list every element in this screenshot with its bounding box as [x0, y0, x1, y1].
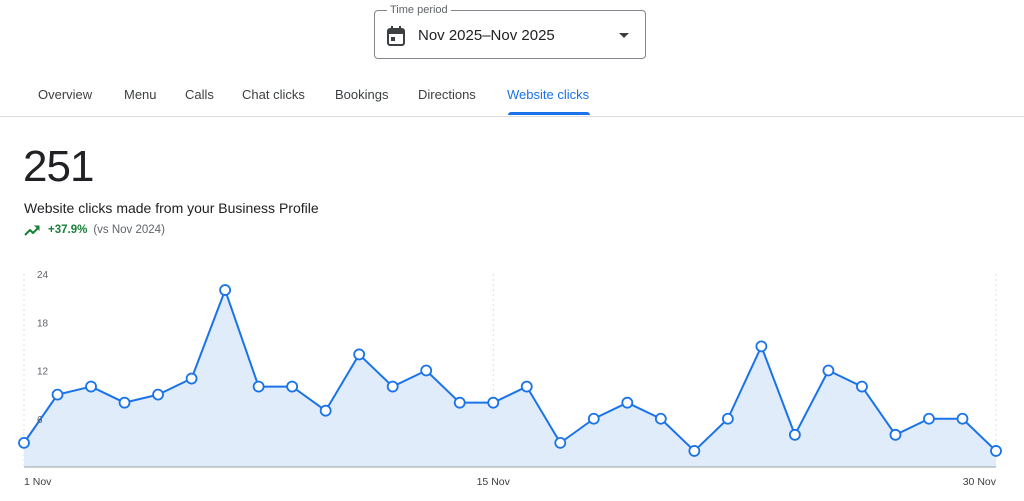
- y-tick-label: 12: [37, 367, 49, 378]
- y-tick-label: 6: [37, 415, 43, 426]
- data-point[interactable]: [487, 396, 500, 409]
- tab-calls[interactable]: Calls: [185, 87, 214, 103]
- data-point[interactable]: [889, 428, 902, 441]
- x-tick-label: 1 Nov: [24, 476, 52, 488]
- x-tick-label: 30 Nov: [963, 476, 997, 488]
- data-point[interactable]: [554, 436, 567, 449]
- data-point[interactable]: [990, 445, 1002, 457]
- series-area: [24, 290, 996, 467]
- data-point[interactable]: [420, 364, 433, 377]
- tab-overview[interactable]: Overview: [38, 87, 92, 103]
- tab-bookings[interactable]: Bookings: [335, 87, 388, 103]
- data-point[interactable]: [788, 428, 801, 441]
- data-point[interactable]: [185, 372, 198, 385]
- calendar-icon: [387, 26, 405, 46]
- tab-directions[interactable]: Directions: [418, 87, 476, 103]
- data-point[interactable]: [621, 396, 634, 409]
- metric-total: 251: [23, 142, 94, 191]
- data-point[interactable]: [688, 445, 701, 457]
- data-point[interactable]: [18, 436, 30, 449]
- data-point[interactable]: [755, 340, 768, 353]
- data-point[interactable]: [152, 388, 164, 401]
- data-point[interactable]: [252, 380, 265, 393]
- data-point[interactable]: [453, 396, 466, 409]
- data-point[interactable]: [51, 388, 64, 401]
- data-point[interactable]: [520, 380, 533, 393]
- trend-change: +37.9%: [48, 224, 88, 236]
- data-point[interactable]: [386, 380, 399, 393]
- data-point[interactable]: [822, 364, 835, 377]
- data-point[interactable]: [856, 380, 868, 393]
- data-point[interactable]: [721, 412, 734, 425]
- time-period-select[interactable]: Time period Nov 2025–Nov 2025: [374, 3, 646, 59]
- data-point[interactable]: [118, 396, 131, 409]
- tab-chat-clicks[interactable]: Chat clicks: [242, 87, 305, 103]
- data-point[interactable]: [286, 380, 299, 393]
- data-point[interactable]: [956, 412, 969, 425]
- time-period-value: Nov 2025–Nov 2025: [418, 27, 555, 44]
- data-point[interactable]: [219, 284, 232, 296]
- data-point[interactable]: [587, 412, 600, 425]
- metric-description: Website clicks made from your Business P…: [24, 200, 319, 216]
- data-point[interactable]: [85, 380, 97, 393]
- arrow-drop-down-icon: [619, 33, 629, 38]
- website-clicks-chart: 6 12 18 24 1 Nov 15 Nov 30 Nov: [18, 270, 1002, 488]
- y-tick-label: 18: [37, 318, 49, 329]
- tab-website-clicks[interactable]: Website clicks: [507, 87, 589, 103]
- data-point[interactable]: [353, 348, 366, 361]
- metric-tabs: Overview Menu Calls Chat clicks Bookings…: [0, 76, 1024, 117]
- active-tab-indicator: [508, 112, 590, 115]
- trending-up-icon: [24, 225, 40, 236]
- data-point[interactable]: [319, 404, 332, 417]
- metric-trend: +37.9% (vs Nov 2024): [24, 222, 165, 238]
- tab-menu[interactable]: Menu: [124, 87, 157, 103]
- trend-comparison: (vs Nov 2024): [93, 224, 165, 236]
- x-tick-label: 15 Nov: [477, 476, 511, 488]
- data-point[interactable]: [654, 412, 667, 425]
- data-point[interactable]: [923, 412, 935, 425]
- time-period-label: Time period: [387, 3, 451, 17]
- y-tick-label: 24: [37, 270, 49, 281]
